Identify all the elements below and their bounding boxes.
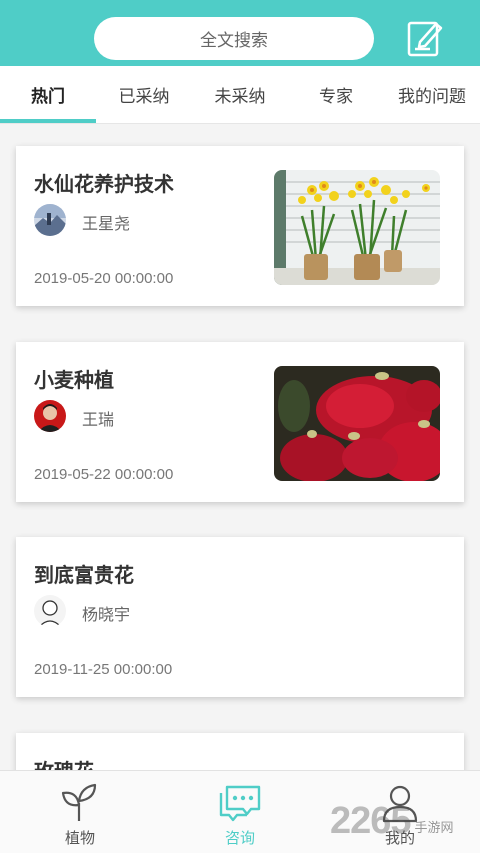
chat-icon: [217, 783, 263, 823]
search-bar[interactable]: 全文搜索: [94, 17, 374, 60]
search-placeholder: 全文搜索: [200, 31, 268, 50]
tab-experts[interactable]: 专家: [288, 66, 384, 123]
nav-plants[interactable]: 植物: [0, 771, 160, 853]
question-title: 小麦种植: [34, 370, 114, 392]
nav-label: 植物: [64, 830, 95, 847]
post-date: 2019-11-25 00:00:00: [34, 661, 173, 678]
tab-adopted[interactable]: 已采纳: [96, 66, 192, 123]
watermark-text: 手游网: [414, 820, 454, 835]
post-date: 2019-05-22 00:00:00: [34, 466, 174, 483]
nav-consult[interactable]: 咨询: [160, 771, 320, 853]
question-title: 水仙花养护技术: [34, 174, 174, 196]
edit-icon[interactable]: [406, 18, 444, 58]
question-card[interactable]: 小麦种植 王瑞 2019-05-22 00:00:00: [16, 342, 464, 502]
watermark-number: 2265: [330, 800, 412, 842]
nav-label: 咨询: [224, 830, 255, 847]
question-card[interactable]: 到底富贵花 杨晓宇 2019-11-25 00:00:00: [16, 537, 464, 697]
landscape-avatar-icon: [34, 204, 66, 236]
tab-hot[interactable]: 热门: [0, 66, 96, 123]
post-date: 2019-05-20 00:00:00: [34, 270, 174, 287]
tab-divider: [0, 123, 480, 124]
question-card[interactable]: 水仙花养护技术 王星尧 2019-05-20 00:00:00: [16, 146, 464, 306]
category-tabs: 热门 已采纳 未采纳 专家 我的问题: [0, 66, 480, 123]
question-title: 到底富贵花: [34, 565, 134, 587]
red-rose-photo: [274, 366, 440, 481]
daffodil-photo: [274, 170, 440, 285]
top-header: 全文搜索: [0, 0, 480, 66]
tab-my-questions[interactable]: 我的问题: [384, 66, 480, 123]
author-name: 王星尧: [82, 216, 131, 233]
sketch-avatar-icon: [34, 595, 66, 627]
sprout-icon: [57, 783, 103, 823]
author-name: 杨晓宇: [82, 607, 131, 624]
author-name: 王瑞: [82, 412, 115, 429]
tab-not-adopted[interactable]: 未采纳: [192, 66, 288, 123]
person-avatar-icon: [34, 400, 66, 432]
site-watermark: 2265 手游网: [330, 800, 454, 843]
